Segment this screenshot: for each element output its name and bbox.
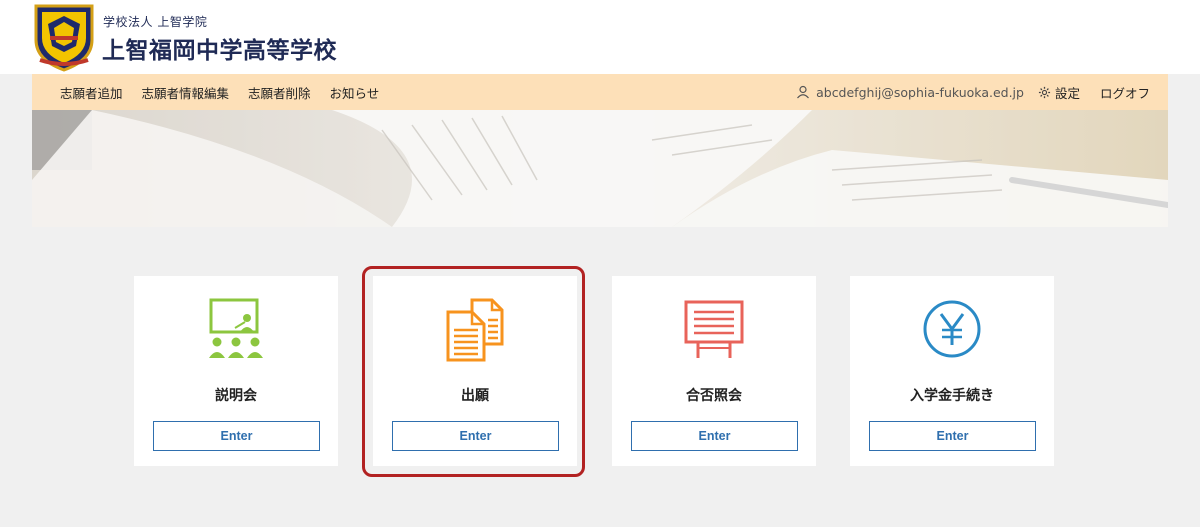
documents-icon [446, 298, 504, 362]
card-briefing-session: 説明会 Enter [134, 276, 338, 466]
nav-menu: 志願者追加 志願者情報編集 志願者削除 お知らせ [60, 74, 398, 110]
yen-icon [923, 300, 981, 358]
school-corporation-label: 学校法人 上智学院 [103, 15, 208, 29]
nav-item-notices[interactable]: お知らせ [330, 83, 380, 102]
logout-link[interactable]: ログオフ [1100, 83, 1150, 102]
nav-item-delete-applicant[interactable]: 志願者削除 [248, 83, 311, 102]
application-enter-button[interactable]: Enter [392, 421, 559, 451]
nav-item-edit-applicant[interactable]: 志願者情報編集 [142, 83, 230, 102]
card-application: 出願 Enter [373, 276, 577, 466]
top-nav: 志願者追加 志願者情報編集 志願者削除 お知らせ abcdefghij@soph… [32, 74, 1168, 110]
briefing-enter-button[interactable]: Enter [153, 421, 320, 451]
card-result-inquiry: 合否照会 Enter [612, 276, 816, 466]
school-crest-icon [34, 4, 94, 72]
user-icon [797, 85, 810, 99]
school-name: 上智福岡中学高等学校 [102, 37, 337, 64]
settings-link[interactable]: 設定 [1055, 83, 1080, 102]
banner-image [32, 110, 1168, 227]
card-title: 出願 [461, 388, 489, 404]
card-enrollment-fee: 入学金手続き Enter [850, 276, 1054, 466]
nav-user-area: abcdefghij@sophia-fukuoka.ed.jp 設定 ログオフ [796, 74, 1150, 110]
gear-icon[interactable] [1038, 86, 1051, 99]
card-title: 合否照会 [686, 388, 742, 404]
card-title: 入学金手続き [910, 388, 994, 404]
user-email: abcdefghij@sophia-fukuoka.ed.jp [816, 84, 1024, 100]
result-enter-button[interactable]: Enter [631, 421, 798, 451]
card-title: 説明会 [215, 388, 257, 404]
signboard-icon [684, 300, 744, 358]
presentation-icon [209, 298, 263, 358]
nav-item-add-applicant[interactable]: 志願者追加 [60, 83, 123, 102]
site-header: 学校法人 上智学院 上智福岡中学高等学校 [0, 0, 1200, 74]
enrollment-enter-button[interactable]: Enter [869, 421, 1036, 451]
